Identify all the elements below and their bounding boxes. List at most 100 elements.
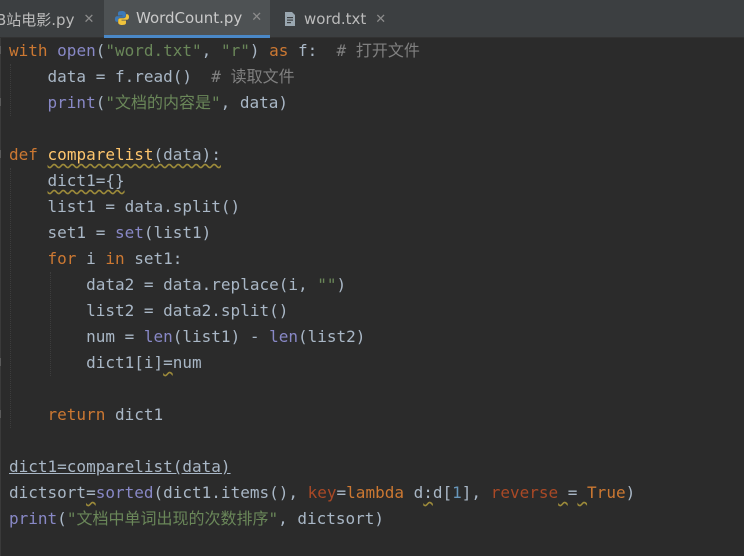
code-token: )	[249, 41, 270, 60]
code-line-18: dictsort=sorted(dict1.items(), key=lambd…	[9, 480, 635, 506]
code-token: (list1)	[143, 223, 212, 242]
code-token: d	[403, 483, 424, 502]
fold-marker-icon[interactable]	[0, 410, 7, 418]
code-token: =	[86, 483, 96, 502]
code-line-10: data2 = data.replace(i, "")	[9, 272, 346, 298]
code-token: comparelist	[47, 145, 154, 164]
fold-marker-icon[interactable]	[0, 98, 7, 106]
tab-bilibili-movie[interactable]: B站电影.py ✕	[0, 0, 96, 38]
gutter-border	[0, 38, 1, 556]
tab-word-txt[interactable]: word.txt ✕	[276, 0, 396, 38]
code-token: (	[57, 509, 67, 528]
code-token: list1 = data.split()	[9, 197, 241, 216]
tab-label: word.txt	[304, 10, 367, 28]
code-line-19: print("文档中单词出现的次数排序", dictsort)	[9, 506, 384, 532]
code-token: =	[163, 353, 173, 372]
code-token: =	[336, 483, 347, 502]
code-comment: # 打开文件	[336, 41, 420, 60]
code-token: data2 = data.replace(i,	[9, 275, 318, 294]
code-token: ""	[317, 275, 337, 294]
python-file-icon	[114, 10, 130, 26]
editor-tab-bar: B站电影.py ✕ WordCount.py ✕ word.txt ✕	[0, 0, 744, 38]
code-token: len	[269, 327, 298, 346]
code-token: open	[57, 41, 96, 60]
code-token: , data)	[220, 93, 289, 112]
code-line-12: num = len(list1) - len(list2)	[9, 324, 365, 350]
code-token: dict1[i]	[9, 353, 164, 372]
code-comment: # 读取文件	[211, 67, 295, 86]
fold-marker-icon[interactable]	[0, 358, 7, 366]
code-token: set1 =	[9, 223, 115, 242]
code-token: dictsort	[9, 483, 87, 502]
code-token: for	[47, 249, 77, 268]
code-line-7: list1 = data.split()	[9, 194, 241, 220]
code-token: dict1=comparelist(data)	[9, 457, 231, 476]
code-token: :	[423, 483, 433, 502]
code-line-3: print("文档的内容是", data)	[9, 90, 289, 116]
tab-label: B站电影.py	[0, 10, 75, 29]
code-token: ],	[461, 483, 491, 502]
code-token: set	[114, 223, 144, 242]
code-token: , dictsort)	[278, 509, 385, 528]
code-line-17: dict1=comparelist(data)	[9, 454, 231, 480]
code-line-9: for i in set1:	[9, 246, 183, 272]
code-line-2: data = f.read() # 读取文件	[9, 64, 295, 90]
code-token: (	[95, 93, 106, 112]
code-token: f:	[288, 41, 337, 60]
code-line-1: with open("word.txt", "r") as f: # 打开文件	[9, 38, 420, 64]
code-token: dict1={}	[47, 171, 125, 190]
code-token: "word.txt"	[105, 41, 202, 60]
code-line-6: dict1={}	[9, 168, 125, 194]
code-token: i	[76, 249, 106, 268]
code-line-15: return dict1	[9, 402, 164, 428]
code-line-8: set1 = set(list1)	[9, 220, 212, 246]
code-line-11: list2 = data2.split()	[9, 298, 288, 324]
code-token: with	[9, 41, 48, 60]
close-icon[interactable]: ✕	[375, 12, 386, 27]
code-token: (data):	[153, 145, 221, 164]
code-token: set1:	[124, 249, 183, 268]
code-token: def	[9, 145, 38, 164]
code-token: key	[307, 483, 337, 502]
code-token: =	[567, 483, 578, 502]
code-token: data = f.read()	[9, 67, 212, 86]
tab-wordcount[interactable]: WordCount.py ✕	[104, 0, 270, 38]
code-token: as	[269, 41, 289, 60]
tab-label: WordCount.py	[136, 8, 243, 27]
close-icon[interactable]: ✕	[83, 12, 94, 27]
code-token: print	[47, 93, 96, 112]
code-token: num	[172, 353, 202, 372]
fold-marker-icon[interactable]	[0, 150, 7, 158]
code-token: (list1) -	[172, 327, 270, 346]
code-token: True	[587, 483, 626, 502]
code-token: ,	[201, 41, 221, 60]
code-token: d[	[432, 483, 453, 502]
code-token: sorted	[95, 483, 154, 502]
code-token: "文档中单词出现的次数排序"	[66, 509, 279, 528]
text-file-icon	[282, 11, 298, 27]
code-token: (dict1.items(),	[153, 483, 308, 502]
code-token: in	[105, 249, 125, 268]
fold-marker-icon[interactable]	[0, 46, 7, 54]
code-token: lambda	[346, 483, 404, 502]
code-line-5: def comparelist(data):	[9, 142, 221, 168]
code-token: "文档的内容是"	[105, 93, 221, 112]
code-editor[interactable]: with open("word.txt", "r") as f: # 打开文件 …	[0, 38, 744, 556]
code-line-13: dict1[i]=num	[9, 350, 202, 376]
close-icon[interactable]: ✕	[251, 10, 262, 25]
code-token: "r"	[220, 41, 250, 60]
code-token: return	[47, 405, 106, 424]
code-token: reverse	[490, 483, 559, 502]
code-token: num =	[9, 327, 144, 346]
code-token: dict1	[105, 405, 164, 424]
code-token: (list2)	[298, 327, 366, 346]
code-token: 1	[452, 483, 462, 502]
code-token: list2 = data2.split()	[9, 301, 289, 320]
